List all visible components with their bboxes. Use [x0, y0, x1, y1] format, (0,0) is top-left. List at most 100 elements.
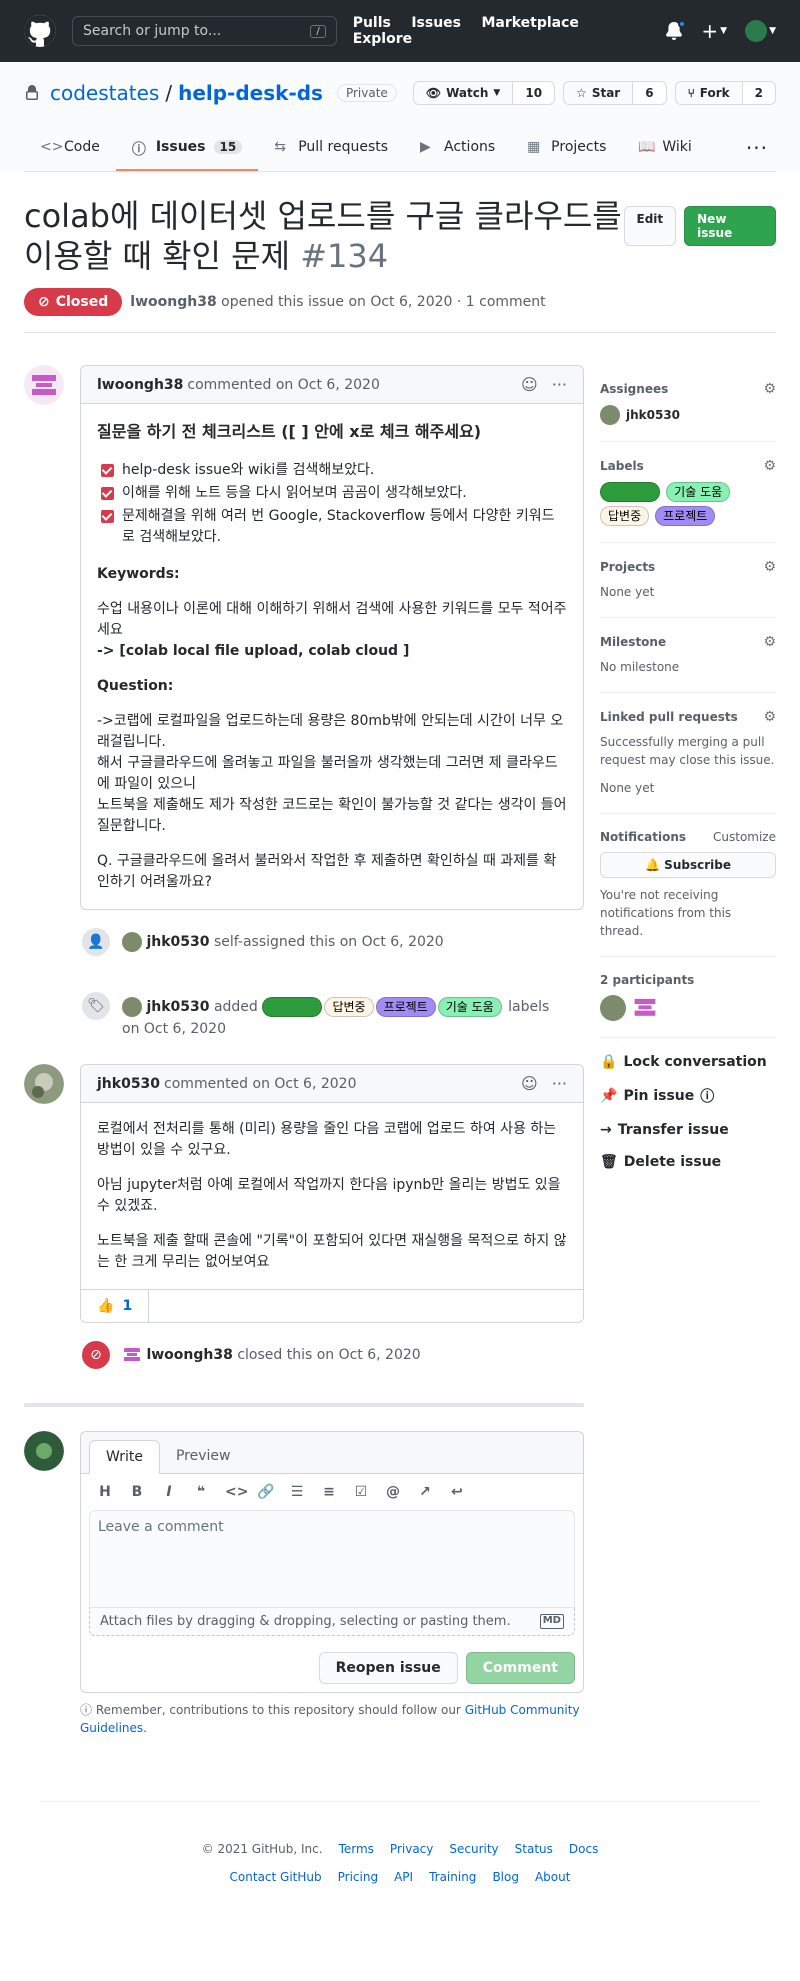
label[interactable]: 프로젝트	[375, 997, 436, 1017]
footer-link-training[interactable]: Training	[429, 1870, 476, 1884]
github-logo-icon[interactable]	[24, 15, 56, 47]
create-new-dropdown[interactable]: + ▼	[701, 19, 727, 43]
reference-icon[interactable]: ↗	[417, 1484, 433, 1500]
lock-conversation-button[interactable]: 🔒 Lock conversation	[600, 1046, 776, 1078]
tab-code[interactable]: <> Code	[24, 124, 116, 171]
user-menu[interactable]: ▼	[745, 20, 776, 42]
label[interactable]: 답변완료	[262, 997, 323, 1017]
footer-link-status[interactable]: Status	[515, 1842, 553, 1856]
quote-icon[interactable]: ❝	[193, 1484, 209, 1500]
avatar[interactable]	[24, 1431, 64, 1471]
tab-preview[interactable]: Preview	[160, 1440, 247, 1473]
tab-issues[interactable]: ⓘ Issues 15	[115, 124, 259, 171]
bulleted-list-icon[interactable]: ☰	[289, 1484, 305, 1500]
footer-link-contact[interactable]: Contact GitHub	[230, 1870, 322, 1884]
bell-icon[interactable]	[665, 20, 687, 40]
link-icon[interactable]: 🔗	[257, 1484, 274, 1500]
star-button[interactable]: ☆ Star	[564, 82, 634, 104]
mention-icon[interactable]: @	[385, 1484, 401, 1500]
tab-wiki[interactable]: 📖 Wiki	[622, 124, 707, 171]
attach-files-area[interactable]: Attach files by dragging & dropping, sel…	[89, 1608, 575, 1636]
tab-projects[interactable]: ▦ Projects	[511, 124, 622, 171]
fork-button[interactable]: ⑂ Fork	[675, 82, 743, 104]
watch-button[interactable]: 👁 Watch ▼	[413, 82, 514, 104]
pin-issue-button[interactable]: 📌 Pin issue ⓘ	[600, 1078, 776, 1114]
label[interactable]: 답변중	[324, 997, 374, 1017]
event-user[interactable]: lwoongh38	[146, 1347, 232, 1363]
repo-owner-link[interactable]: codestates	[50, 81, 159, 105]
kebab-icon[interactable]: ···	[552, 1074, 567, 1093]
nav-pulls[interactable]: Pulls	[353, 15, 391, 31]
footer-link-pricing[interactable]: Pricing	[338, 1870, 378, 1884]
comment-textarea[interactable]: Leave a comment	[89, 1510, 575, 1608]
event-user[interactable]: jhk0530	[146, 934, 209, 950]
label[interactable]: 답변중	[600, 506, 650, 526]
smiley-icon[interactable]: ☺	[521, 1074, 538, 1093]
gear-icon[interactable]: ⚙	[763, 381, 776, 397]
star-count[interactable]: 6	[633, 82, 666, 104]
footer-link-security[interactable]: Security	[449, 1842, 498, 1856]
tab-write[interactable]: Write	[89, 1440, 160, 1474]
gear-icon[interactable]: ⚙	[763, 559, 776, 575]
avatar[interactable]	[632, 995, 658, 1021]
label[interactable]: 답변완료	[600, 482, 661, 502]
repo-name-link[interactable]: help-desk-ds	[178, 81, 323, 105]
footer-link-about[interactable]: About	[535, 1870, 570, 1884]
avatar[interactable]	[122, 1345, 142, 1365]
assignee-name[interactable]: jhk0530	[626, 408, 680, 422]
new-issue-button[interactable]: New issue	[684, 206, 776, 246]
label[interactable]: 프로젝트	[655, 506, 716, 526]
search-input[interactable]: Search or jump to... /	[72, 16, 337, 46]
comment-button[interactable]: Comment	[465, 1652, 575, 1684]
avatar[interactable]	[600, 995, 626, 1021]
fork-count[interactable]: 2	[742, 82, 775, 104]
edit-button[interactable]: Edit	[623, 206, 677, 246]
comment-timestamp[interactable]: commented on Oct 6, 2020	[164, 1076, 356, 1092]
footer-link-api[interactable]: API	[394, 1870, 413, 1884]
tab-actions[interactable]: ▶ Actions	[404, 124, 511, 171]
numbered-list-icon[interactable]: ≡	[321, 1484, 337, 1500]
reopen-issue-button[interactable]: Reopen issue	[318, 1652, 458, 1684]
customize-link[interactable]: Customize	[713, 830, 776, 844]
checkbox[interactable]	[101, 510, 114, 523]
avatar[interactable]	[24, 365, 64, 405]
avatar[interactable]	[122, 997, 142, 1017]
tab-pull-requests[interactable]: ⇆ Pull requests	[258, 124, 404, 171]
thumbs-up-reaction[interactable]: 👍 1	[81, 1290, 150, 1322]
nav-issues[interactable]: Issues	[411, 15, 461, 31]
delete-issue-button[interactable]: 🗑 Delete issue	[600, 1146, 776, 1178]
transfer-issue-button[interactable]: → Transfer issue	[600, 1114, 776, 1146]
label[interactable]: 기술 도움	[666, 482, 731, 502]
bold-icon[interactable]: B	[129, 1484, 145, 1500]
nav-marketplace[interactable]: Marketplace	[481, 15, 578, 31]
heading-icon[interactable]: H	[97, 1484, 113, 1500]
gear-icon[interactable]: ⚙	[763, 709, 776, 725]
watch-count[interactable]: 10	[513, 82, 555, 104]
italic-icon[interactable]: I	[161, 1484, 177, 1500]
footer-link-blog[interactable]: Blog	[492, 1870, 519, 1884]
reply-icon[interactable]: ↩	[449, 1484, 465, 1500]
task-list-icon[interactable]: ☑	[353, 1484, 369, 1500]
avatar[interactable]	[122, 932, 142, 952]
kebab-icon[interactable]: ···	[738, 124, 776, 171]
gear-icon[interactable]: ⚙	[763, 634, 776, 650]
footer-link-docs[interactable]: Docs	[569, 1842, 598, 1856]
issue-author[interactable]: lwoongh38	[130, 294, 216, 310]
label[interactable]: 기술 도움	[437, 997, 502, 1017]
avatar[interactable]	[24, 1064, 64, 1104]
checkbox[interactable]	[101, 487, 114, 500]
event-date[interactable]: on Oct 6, 2020	[122, 1021, 226, 1037]
comment-author[interactable]: lwoongh38	[97, 377, 183, 393]
comment-author[interactable]: jhk0530	[97, 1076, 160, 1092]
footer-link-privacy[interactable]: Privacy	[390, 1842, 433, 1856]
footer-link-terms[interactable]: Terms	[339, 1842, 374, 1856]
kebab-icon[interactable]: ···	[552, 375, 567, 394]
comment-timestamp[interactable]: commented on Oct 6, 2020	[187, 377, 379, 393]
checkbox[interactable]	[101, 464, 114, 477]
event-user[interactable]: jhk0530	[146, 999, 209, 1015]
subscribe-button[interactable]: 🔔 Subscribe	[600, 852, 776, 878]
smiley-icon[interactable]: ☺	[521, 375, 538, 394]
nav-explore[interactable]: Explore	[353, 31, 412, 47]
code-icon[interactable]: <>	[225, 1484, 248, 1500]
gear-icon[interactable]: ⚙	[763, 458, 776, 474]
